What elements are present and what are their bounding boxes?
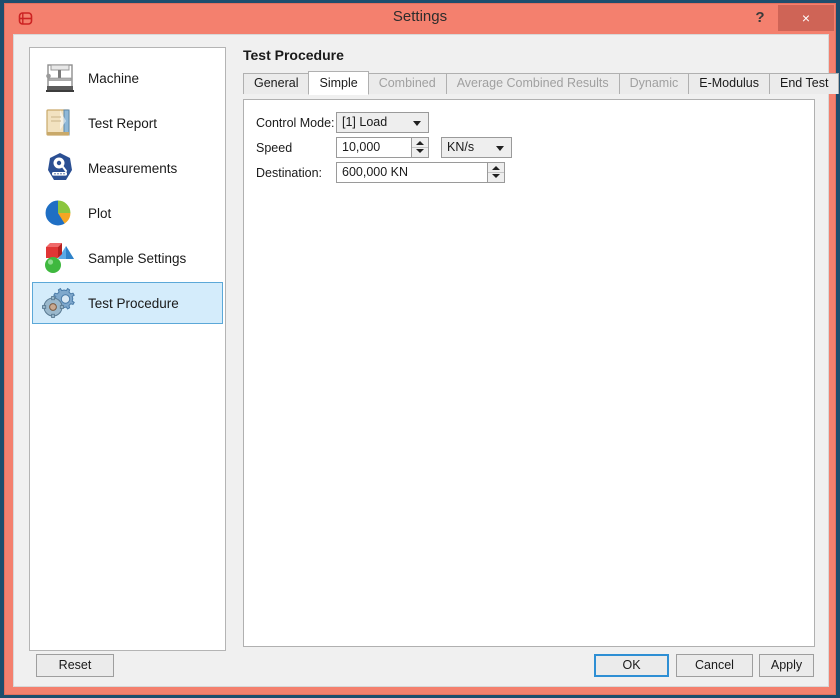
destination-value: 600,000 KN xyxy=(342,165,409,179)
stepper-down-icon[interactable] xyxy=(492,174,500,178)
sidebar-item-label: Machine xyxy=(88,70,140,86)
destination-stepper[interactable] xyxy=(487,163,504,182)
speed-value: 10,000 xyxy=(342,140,381,154)
control-mode-row: Control Mode: [1] Load xyxy=(256,112,814,133)
sidebar-item-label: Measurements xyxy=(88,160,178,176)
tab-combined: Combined xyxy=(367,73,447,94)
dialog-footer: Reset OK Cancel Apply xyxy=(14,648,828,686)
speed-unit-value: KN/s xyxy=(447,140,475,154)
sidebar-item-label: Test Procedure xyxy=(88,295,179,311)
sidebar-item-machine[interactable]: Machine xyxy=(32,57,223,99)
cancel-button[interactable]: Cancel xyxy=(676,654,753,677)
speed-input[interactable]: 10,000 xyxy=(336,137,429,158)
help-button[interactable]: ? xyxy=(748,6,772,30)
reset-button[interactable]: Reset xyxy=(36,654,114,677)
apply-button[interactable]: Apply xyxy=(759,654,814,677)
stepper-divider xyxy=(488,172,504,173)
tab-end-test[interactable]: End Test xyxy=(769,73,840,94)
stepper-up-icon[interactable] xyxy=(492,166,500,170)
destination-input[interactable]: 600,000 KN xyxy=(336,162,505,183)
stepper-divider xyxy=(412,147,428,148)
dialog-body: Machine Test Report Measurements Plot Sa… xyxy=(13,34,840,687)
title-bar: Settings ? × xyxy=(5,4,835,33)
sidebar-item-label: Test Report xyxy=(88,115,158,131)
destination-row: Destination: 600,000 KN xyxy=(256,162,814,183)
tab-dynamic: Dynamic xyxy=(618,73,690,94)
shapes-icon xyxy=(40,240,80,276)
chevron-down-icon xyxy=(496,146,504,151)
control-mode-label: Control Mode: xyxy=(256,115,335,130)
test-procedure-form: Control Mode: [1] Load Speed 10,000 KN/s… xyxy=(244,100,814,183)
report-book-icon xyxy=(40,105,80,141)
sidebar-item-sample-settings[interactable]: Sample Settings xyxy=(32,237,223,279)
tab-simple[interactable]: Simple xyxy=(308,71,369,95)
sidebar-item-label: Plot xyxy=(88,205,112,221)
speed-row: Speed 10,000 KN/s xyxy=(256,137,814,158)
control-mode-select[interactable]: [1] Load xyxy=(336,112,429,133)
tab-average-combined-results: Average Combined Results xyxy=(445,73,620,94)
window-title: Settings xyxy=(392,8,448,25)
ok-button[interactable]: OK xyxy=(594,654,669,677)
control-mode-value: [1] Load xyxy=(342,115,388,129)
sidebar-item-label: Sample Settings xyxy=(88,250,187,266)
pie-chart-icon xyxy=(40,195,80,231)
page-title: Test Procedure xyxy=(243,47,344,63)
speed-stepper[interactable] xyxy=(411,138,428,157)
chevron-down-icon xyxy=(413,121,421,126)
sidebar-nav-list: Machine Test Report Measurements Plot Sa… xyxy=(30,48,225,324)
machine-icon xyxy=(40,60,80,96)
stepper-up-icon[interactable] xyxy=(416,141,424,145)
gears-icon xyxy=(40,285,80,321)
tab-panel-simple: Control Mode: [1] Load Speed 10,000 KN/s… xyxy=(243,99,815,647)
tab-general[interactable]: General xyxy=(243,73,310,94)
speed-label: Speed xyxy=(256,140,293,155)
settings-content: Test Procedure General Simple Combined A… xyxy=(236,47,840,651)
sidebar-item-test-report[interactable]: Test Report xyxy=(32,102,223,144)
sidebar-item-test-procedure[interactable]: Test Procedure xyxy=(32,282,223,324)
destination-label: Destination: xyxy=(256,165,323,180)
sidebar-item-plot[interactable]: Plot xyxy=(32,192,223,234)
speed-unit-select[interactable]: KN/s xyxy=(441,137,512,158)
gauge-icon xyxy=(40,150,80,186)
stepper-down-icon[interactable] xyxy=(416,149,424,153)
settings-dialog-window: Settings ? × Machine Test Report Measure… xyxy=(4,3,840,695)
tab-e-modulus[interactable]: E-Modulus xyxy=(688,73,770,94)
settings-sidebar: Machine Test Report Measurements Plot Sa… xyxy=(29,47,226,651)
sidebar-item-measurements[interactable]: Measurements xyxy=(32,147,223,189)
close-button[interactable]: × xyxy=(778,5,834,31)
tab-strip: General Simple Combined Average Combined… xyxy=(243,71,840,95)
